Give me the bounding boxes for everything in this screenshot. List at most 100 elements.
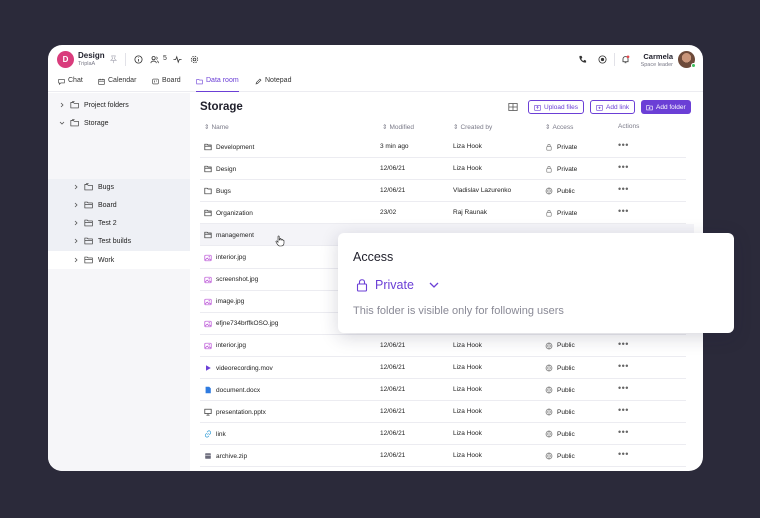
tab-data-room[interactable]: Data room	[196, 77, 239, 92]
sort-icon: ⇕	[453, 124, 459, 131]
file-name-cell[interactable]: archive.zip	[204, 452, 247, 460]
access-cell[interactable]: Public	[545, 187, 575, 195]
modified-cell: 12/06/21	[380, 452, 406, 460]
access-select[interactable]: Private	[375, 278, 414, 292]
tab-bar: Chat Calendar Board Data room Notepad	[48, 75, 703, 92]
tab-calendar[interactable]: Calendar	[98, 77, 136, 92]
folder-icon	[204, 231, 212, 239]
upload-files-button[interactable]: Upload files	[528, 100, 584, 114]
table-row[interactable]: Organization 23/02 Raj Raunak Private •••	[200, 202, 686, 225]
file-name-cell[interactable]: Design	[204, 165, 236, 173]
sidebar-item-test-2[interactable]: Test 2	[72, 214, 117, 232]
table-row[interactable]: videorecording.mov 12/06/21 Liza Hook Publi…	[200, 357, 686, 379]
chevron-right-icon[interactable]	[58, 101, 66, 109]
access-cell[interactable]: Public	[545, 386, 575, 394]
sort-icon: ⇕	[382, 124, 388, 131]
access-cell[interactable]: Public	[545, 342, 575, 350]
file-name-cell[interactable]: efjne734brffkOSO.jpg	[204, 320, 278, 328]
file-name-cell[interactable]: Bugs	[204, 187, 231, 195]
members-count[interactable]: 5	[163, 55, 167, 62]
access-cell[interactable]: Public	[545, 430, 575, 438]
chevron-right-icon[interactable]	[72, 256, 80, 264]
file-name-cell[interactable]: document.docx	[204, 386, 260, 394]
sidebar-item-storage[interactable]: Storage	[58, 114, 109, 132]
more-actions-button[interactable]: •••	[618, 140, 629, 150]
table-row[interactable]: document.docx 12/06/21 Liza Hook Public •••	[200, 379, 686, 402]
sidebar-item-bugs[interactable]: Bugs	[72, 178, 114, 196]
chevron-down-icon[interactable]	[428, 280, 440, 290]
tab-notepad[interactable]: Notepad	[255, 77, 291, 92]
online-status-dot	[691, 63, 696, 68]
settings-icon[interactable]	[189, 54, 200, 65]
access-cell[interactable]: Private	[545, 165, 577, 173]
chevron-right-icon[interactable]	[72, 201, 80, 209]
more-actions-button[interactable]: •••	[618, 427, 629, 437]
members-icon[interactable]	[149, 54, 160, 65]
column-header-modified[interactable]: ⇕ Modified	[382, 123, 414, 132]
access-cell[interactable]: Public	[545, 408, 575, 416]
sidebar-item-project-folders[interactable]: Project folders	[58, 96, 129, 114]
sort-icon: ⇕	[545, 124, 551, 131]
access-label: Private	[557, 209, 578, 217]
user-name[interactable]: Carmela	[643, 52, 673, 61]
table-row[interactable]: interior.jpg 12/06/21 Liza Hook Public •••	[200, 335, 686, 357]
sidebar-item-work[interactable]: Work	[72, 251, 114, 269]
more-actions-button[interactable]: •••	[618, 405, 629, 415]
access-cell[interactable]: Private	[545, 143, 577, 151]
file-name-cell[interactable]: interior.jpg	[204, 342, 246, 350]
table-row[interactable]: link 12/06/21 Liza Hook Public •••	[200, 423, 686, 446]
more-actions-button[interactable]: •••	[618, 339, 629, 349]
pin-icon[interactable]	[108, 54, 119, 65]
file-name-cell[interactable]: Development	[204, 143, 254, 151]
chevron-right-icon[interactable]	[72, 237, 80, 245]
chevron-right-icon[interactable]	[72, 219, 80, 227]
lock-icon[interactable]	[356, 278, 368, 292]
file-name-cell[interactable]: videorecording.mov	[204, 364, 273, 372]
lock-icon	[545, 143, 553, 151]
sidebar-item-test-builds[interactable]: Test builds	[72, 232, 131, 250]
more-actions-button[interactable]: •••	[618, 361, 629, 371]
access-cell[interactable]: Public	[545, 452, 575, 460]
more-actions-button[interactable]: •••	[618, 162, 629, 172]
sidebar-item-board[interactable]: Board	[72, 196, 117, 214]
column-header-access[interactable]: ⇕ Access	[545, 123, 573, 132]
file-name-cell[interactable]: screenshot.jpg	[204, 276, 258, 284]
column-header-created-by[interactable]: ⇕ Created by	[453, 123, 492, 132]
file-name-cell[interactable]: management	[204, 231, 254, 239]
grid-view-icon[interactable]	[508, 102, 518, 112]
access-cell[interactable]: Private	[545, 209, 577, 217]
more-actions-button[interactable]: •••	[618, 383, 629, 393]
table-row[interactable]: Bugs 12/06/21 Vladislav Lazurenko Public •••	[200, 180, 686, 203]
more-actions-button[interactable]: •••	[618, 206, 629, 216]
file-name-cell[interactable]: link	[204, 430, 226, 438]
folder-icon	[84, 183, 93, 191]
workspace-name[interactable]: Design	[78, 51, 105, 60]
file-name-cell[interactable]: interior.jpg	[204, 254, 246, 262]
tab-board[interactable]: Board	[152, 77, 181, 92]
table-row[interactable]: Development 3 min ago Liza Hook Private •••	[200, 136, 686, 158]
chevron-down-icon[interactable]	[58, 119, 66, 127]
chevron-right-icon[interactable]	[72, 183, 80, 191]
more-actions-button[interactable]: •••	[618, 184, 629, 194]
info-icon[interactable]	[133, 54, 144, 65]
more-actions-button[interactable]: •••	[618, 449, 629, 459]
folders-icon	[70, 101, 79, 109]
column-header-name[interactable]: ⇕ Name	[204, 123, 229, 132]
file-name-cell[interactable]: Organization	[204, 209, 253, 217]
file-name-cell[interactable]: image.jpg	[204, 298, 244, 306]
add-link-button[interactable]: Add link	[590, 100, 636, 114]
tab-chat[interactable]: Chat	[58, 77, 83, 92]
add-folder-button[interactable]: Add folder	[641, 100, 691, 114]
created-by-cell: Liza Hook	[453, 341, 482, 349]
table-row[interactable]: Design 12/06/21 Liza Hook Private •••	[200, 158, 686, 181]
file-name-cell[interactable]: presentation.pptx	[204, 408, 266, 416]
table-row[interactable]: presentation.pptx 12/06/21 Liza Hook Public…	[200, 401, 686, 424]
workspace-avatar[interactable]: D	[57, 51, 74, 68]
phone-icon[interactable]	[577, 54, 588, 65]
record-icon[interactable]	[597, 54, 608, 65]
image-icon	[204, 342, 212, 350]
access-cell[interactable]: Public	[545, 364, 575, 372]
bell-icon[interactable]	[620, 54, 631, 65]
table-row[interactable]: archive.zip 12/06/21 Liza Hook Public •••	[200, 445, 686, 468]
activity-icon[interactable]	[172, 54, 183, 65]
